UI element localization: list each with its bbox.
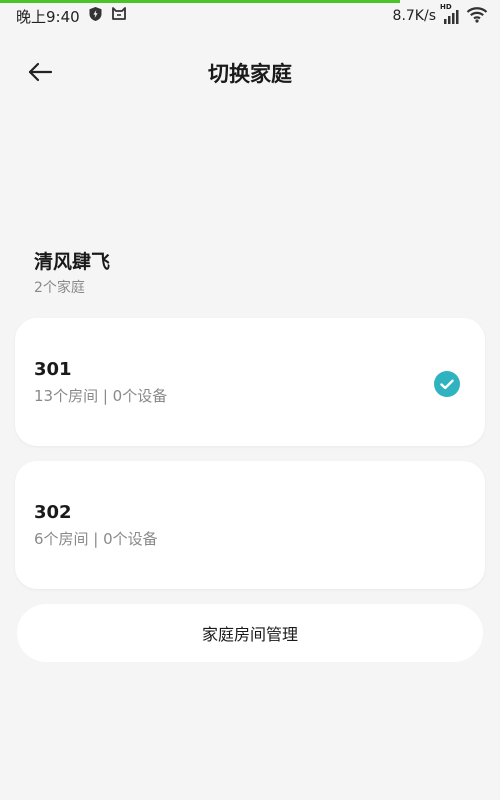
status-bar: 晚上9:40 8.7K/s HD (0, 0, 500, 32)
home-card-name: 302 (34, 502, 72, 523)
check-icon (434, 371, 460, 397)
home-card-name: 301 (34, 359, 72, 380)
home-count: 2个家庭 (34, 280, 85, 296)
signal-icon: HD (440, 3, 460, 24)
home-card-302[interactable]: 302 6个房间 | 0个设备 (15, 461, 485, 589)
mi-home-icon (111, 6, 127, 26)
status-left: 晚上9:40 (16, 6, 127, 26)
home-card-detail: 6个房间 | 0个设备 (34, 530, 158, 548)
page-title: 切换家庭 (208, 62, 292, 86)
manage-button-label: 家庭房间管理 (201, 625, 298, 644)
shield-icon (88, 6, 103, 26)
screen: 晚上9:40 8.7K/s HD 切换家庭 清风肆飞 2个家庭 301 13个房… (0, 0, 500, 800)
home-card-301[interactable]: 301 13个房间 | 0个设备 (15, 318, 485, 446)
status-time: 晚上9:40 (16, 7, 80, 26)
wifi-icon (466, 6, 488, 27)
page-load-progress (0, 0, 400, 3)
hd-label: HD (440, 2, 452, 11)
manage-home-rooms-button[interactable]: 家庭房间管理 (17, 604, 483, 662)
network-speed: 8.7K/s (392, 8, 436, 24)
home-owner-name: 清风肆飞 (34, 251, 111, 273)
home-card-detail: 13个房间 | 0个设备 (34, 387, 168, 405)
status-right: 8.7K/s HD (392, 3, 488, 27)
